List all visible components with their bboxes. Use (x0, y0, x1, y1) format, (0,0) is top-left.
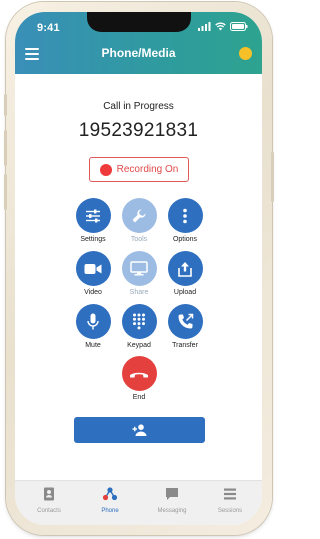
sliders-icon (86, 209, 100, 222)
recording-label: Recording On (116, 164, 179, 175)
end-label: End (132, 394, 146, 401)
vertical-dots-icon (183, 208, 187, 223)
notch (87, 12, 191, 32)
battery-icon (230, 22, 248, 31)
options-label: Options (172, 236, 198, 243)
share-button[interactable] (121, 251, 157, 286)
status-icons (198, 22, 248, 31)
phone-number: 19523921831 (78, 120, 199, 141)
chat-icon (166, 488, 178, 500)
end-control: End (109, 356, 169, 401)
transfer-control: Transfer (155, 304, 215, 349)
tab-messaging[interactable]: Messaging (147, 487, 197, 514)
upload-icon (178, 261, 192, 277)
side-button (4, 94, 7, 116)
signal-icon (198, 22, 211, 31)
tab-contacts-label: Contacts (37, 508, 61, 514)
tab-messaging-label: Messaging (157, 508, 187, 514)
mute-button[interactable] (75, 304, 111, 339)
settings-button[interactable] (75, 198, 111, 233)
avatar[interactable] (239, 47, 252, 60)
contacts-icon (44, 487, 54, 501)
monitor-icon (130, 261, 148, 276)
transfer-button[interactable] (167, 304, 203, 339)
end-call-button[interactable] (121, 356, 157, 391)
phone-network-icon (102, 487, 118, 501)
video-button[interactable] (75, 251, 111, 286)
keypad-button[interactable] (121, 304, 157, 339)
upload-button[interactable] (167, 251, 203, 286)
video-camera-icon (84, 263, 102, 274)
add-person-icon (132, 424, 146, 436)
side-button (4, 130, 7, 166)
recording-dot-icon (99, 163, 112, 176)
status-time: 9:41 (37, 22, 60, 34)
transfer-label: Transfer (172, 342, 198, 349)
tab-phone-label: Phone (101, 508, 119, 514)
microphone-icon (87, 313, 99, 330)
page-title: Phone/Media (101, 46, 176, 60)
recording-status-button[interactable]: Recording On (89, 157, 189, 182)
tab-contacts[interactable]: Contacts (24, 487, 74, 514)
status-bar: 9:41 (15, 12, 262, 40)
phone-transfer-icon (178, 313, 193, 329)
side-button (271, 152, 274, 202)
app-screen: 9:41 Phone/Media Call in Progress 195239… (15, 12, 262, 525)
tools-button[interactable] (121, 198, 157, 233)
side-button (4, 174, 7, 210)
call-status: Call in Progress (103, 101, 174, 112)
wifi-icon (215, 22, 226, 31)
upload-control: Upload (155, 251, 215, 296)
app-header: 9:41 Phone/Media (15, 12, 262, 74)
hang-up-icon (130, 372, 148, 377)
tab-phone[interactable]: Phone (85, 487, 135, 514)
tab-sessions-label: Sessions (217, 508, 243, 514)
keypad-icon (133, 313, 145, 330)
options-control: Options (155, 198, 215, 243)
list-icon (224, 488, 236, 500)
options-button[interactable] (167, 198, 203, 233)
bottom-tab-bar: Contacts Phone Messaging Sessions (15, 480, 262, 525)
wrench-icon (132, 208, 146, 222)
add-participant-button[interactable] (74, 417, 205, 443)
upload-label: Upload (173, 289, 197, 296)
tab-sessions[interactable]: Sessions (205, 487, 255, 514)
nav-bar: Phone/Media (15, 42, 262, 68)
